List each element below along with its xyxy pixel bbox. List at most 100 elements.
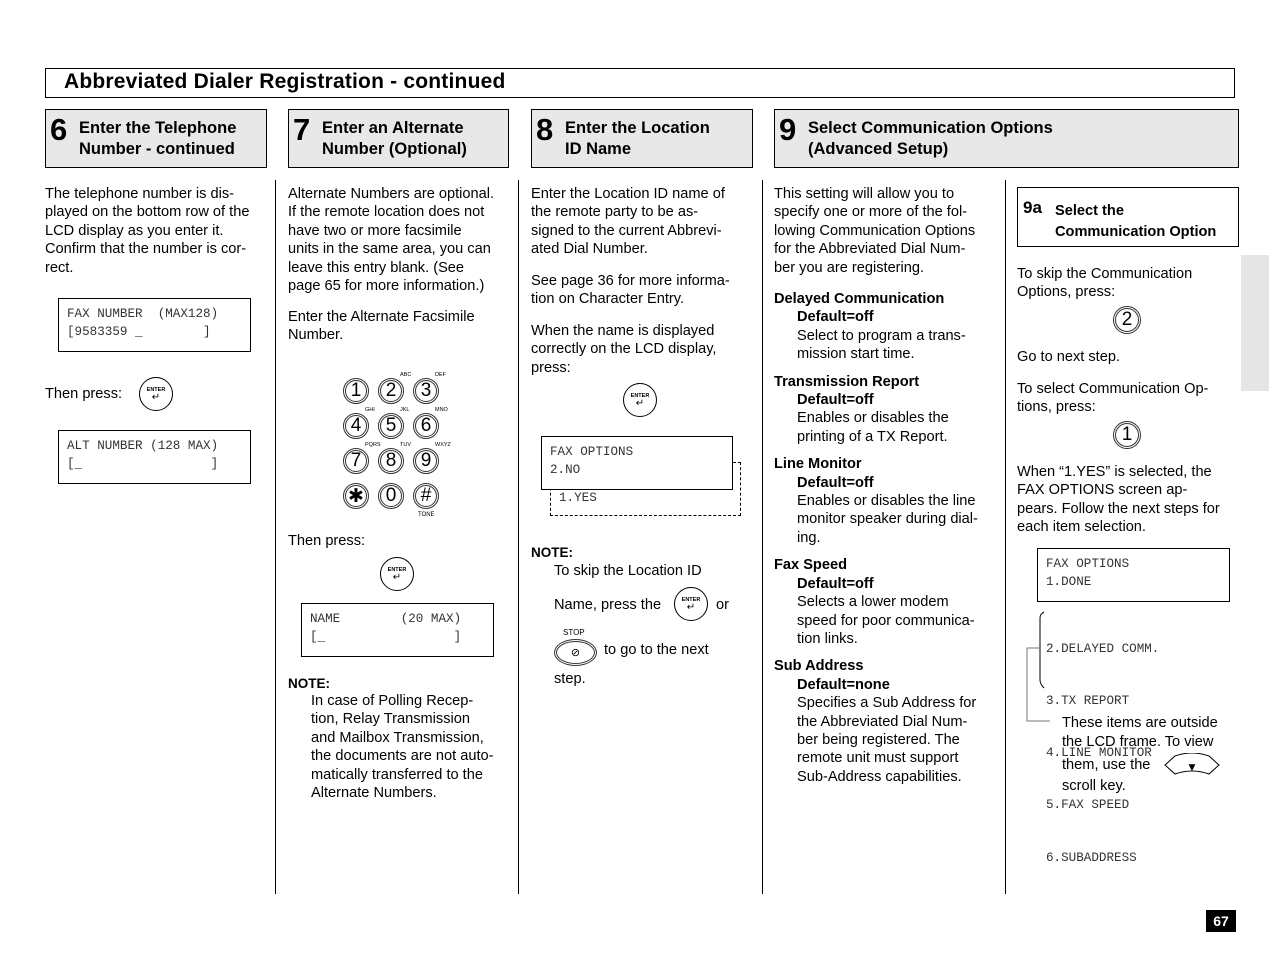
keypad-key-icon: 6 [413,413,439,439]
text-line: LCD display as you enter it. [45,222,224,239]
text-line: To select Communication Op- [1017,381,1209,397]
step-8-header: 8 Enter the Location ID Name [531,109,753,168]
stop-key-icon: ⊘ [554,639,597,666]
lcd-fax-options-done: FAX OPTIONS 1.DONE [1037,548,1230,602]
note-heading: NOTE: [531,545,573,560]
step-title: Enter an Alternate Number (Optional) [322,118,467,160]
scroll-down-key-icon: ▼ [1164,753,1220,775]
note-text: Name, press the [554,597,662,613]
enter-arrow-icon: ↵ [392,571,402,583]
option-item: Delayed Communication Default=off Select t… [774,290,1002,364]
option-description-line: printing of a TX Report. [797,428,948,445]
text-line: specify one or more of the fol- [774,204,968,221]
option-description-line: Specifies a Sub Address for [797,695,977,712]
lcd-line: [_ ] [310,630,462,644]
text-line: The telephone number is dis- [45,186,235,202]
keypad-letters: TUV [400,442,411,448]
option-name: Sub Address [774,658,864,675]
note-text: To skip the Location ID [554,563,702,579]
lcd-hidden-line: 1.YES [559,491,597,505]
step-7-header: 7 Enter an Alternate Number (Optional) [288,109,509,168]
text-line: This setting will allow you to [774,186,955,202]
keypad-digit: 7 [350,450,362,471]
option-default: Default=off [797,309,874,326]
step-title-line: Communication Option [1055,224,1217,240]
text-line: press: [531,359,571,376]
lcd-fax-options: FAX OPTIONS 2.NO [541,436,733,490]
col3-see-page: See page 36 for more informa- tion on Ch… [531,272,759,309]
step-number: 8 [536,112,554,147]
keypad-digit: 6 [420,415,432,436]
text-line: and Mailbox Transmission, [311,729,484,746]
outside-text: the LCD frame. To view [1062,734,1214,750]
text-line: Enter the Location ID name of [531,186,725,202]
keypad-digit: 3 [420,380,432,401]
option-description-line: remote unit must support [797,750,959,767]
text-line: correctly on the LCD display, [531,341,717,358]
lcd-line: FAX OPTIONS [550,445,634,459]
option-item: Transmission Report Default=off Enables or… [774,373,1002,447]
hidden-item: 6.SUBADDRESS [1046,850,1137,865]
column-divider [275,180,276,894]
option-name: Fax Speed [774,557,847,574]
text-line: tion, Relay Transmission [311,711,470,728]
text-line: FAX OPTIONS screen ap- [1017,482,1188,499]
option-item: Line Monitor Default=off Enables or disabl… [774,455,1002,547]
number-key-1-icon: 1 [1113,421,1141,449]
note-text: or [716,597,729,613]
keypad-key-icon: 5 [378,413,404,439]
step-number: 6 [50,112,68,147]
keypad-key-icon: ✱ [343,483,369,509]
col2-enter-alt: Enter the Alternate Facsimile Number. [288,308,516,345]
step-title: Select Communication Options (Advanced Se… [808,118,1053,160]
option-description-line: mission start time. [797,346,915,363]
step-title: Enter the Telephone Number - continued [79,118,236,160]
enter-arrow-icon: ↵ [151,391,161,403]
text-line: Alternate Numbers. [311,785,437,802]
option-name: Line Monitor [774,456,862,473]
text-line: pears. Follow the next steps for [1017,500,1220,517]
hidden-item: 3.TX REPORT [1046,694,1130,709]
number-key-2-icon: 2 [1113,306,1141,334]
keypad-digit: 4 [350,415,362,436]
col3-when-name: When the name is displayed correctly on … [531,322,759,377]
column-divider [518,180,519,894]
keypad-digit: ✱ [348,485,364,507]
step-title-line: Select Communication Options [808,119,1053,137]
text-line: units in the same area, you can [288,241,491,258]
option-name: Delayed Communication [774,291,945,307]
option-description-line: ber being registered. The [797,731,960,748]
col3-intro: Enter the Location ID name of the remote… [531,185,759,259]
option-description-line: Enables or disables the line [797,493,976,510]
page-title: Abbreviated Dialer Registration - contin… [64,70,506,93]
text-line: When the name is displayed [531,323,715,339]
option-item: Sub Address Default=none Specifies a Sub A… [774,657,1002,786]
col5-when-yes: When “1.YES” is selected, the FAX OPTION… [1017,463,1247,537]
text-line: rect. [45,259,74,276]
option-default: Default=off [797,474,874,491]
col2-intro: Alternate Numbers are optional. If the r… [288,185,516,295]
col1-intro: The telephone number is dis- played on t… [45,185,273,277]
option-description-line: ing. [797,529,821,546]
keypad-key-icon: # [413,483,439,509]
go-next-text: Go to next step. [1017,349,1121,365]
step-title-line: Number (Optional) [322,140,467,158]
step-6-header: 6 Enter the Telephone Number - continued [45,109,267,168]
text-line: signed to the current Abbrevi- [531,222,722,239]
keypad-key-icon: 7 [343,448,369,474]
text-line: Number. [288,327,344,344]
text-line: If the remote location does not [288,204,485,221]
text-line: tions, press: [1017,399,1096,416]
keypad-key-icon: 3 [413,378,439,404]
step-number: 7 [293,112,311,147]
keypad-key-icon: 4 [343,413,369,439]
step-title: Select the Communication Option [1055,201,1216,243]
enter-arrow-icon: ↵ [635,397,645,409]
stop-symbol-icon: ⊘ [570,647,581,659]
keypad-key-icon: 0 [378,483,404,509]
text-line: the remote party to be as- [531,204,699,221]
step-title-line: Enter the Location [565,119,710,137]
text-line: In case of Polling Recep- [311,693,474,709]
column-divider [762,180,763,894]
option-description-line: Select to program a trans- [797,327,966,344]
